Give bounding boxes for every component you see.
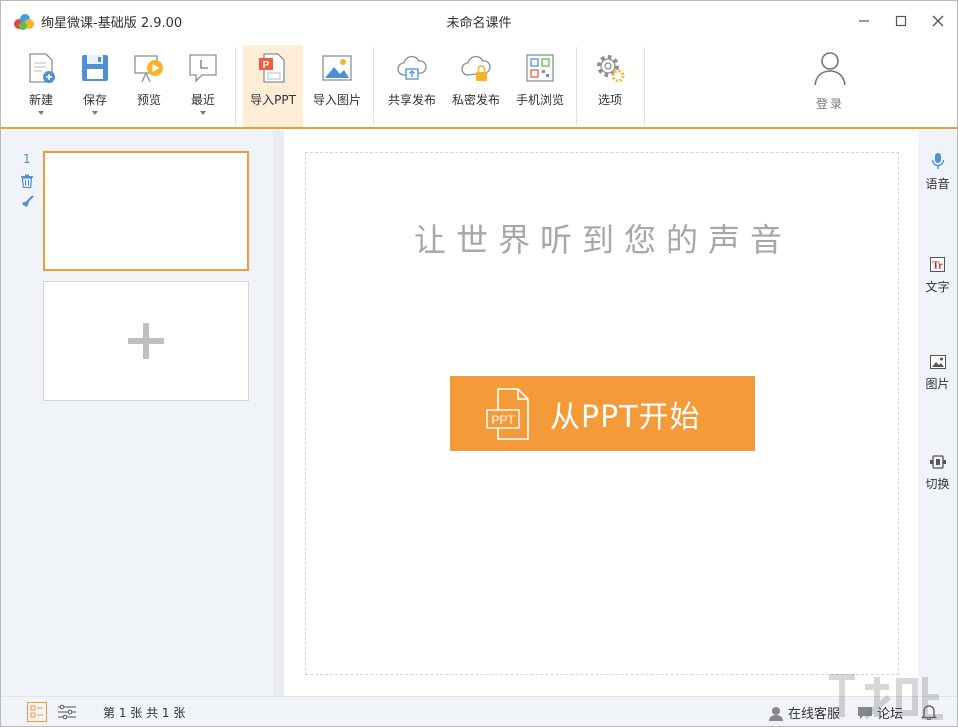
settings-sliders-icon xyxy=(58,704,76,720)
new-dropdown-caret-icon xyxy=(38,111,44,115)
options-button[interactable]: 选项 xyxy=(589,45,631,127)
toolbar-separator xyxy=(644,47,645,125)
slide-index: 1 xyxy=(23,152,31,166)
customer-service-icon xyxy=(769,706,783,721)
close-icon xyxy=(932,15,944,27)
online-service-label: 在线客服 xyxy=(788,707,841,722)
private-publish-label: 私密发布 xyxy=(451,93,500,107)
toolbar-separator xyxy=(576,47,577,125)
microphone-icon xyxy=(931,153,944,169)
import-ppt-icon: P xyxy=(259,53,285,83)
side-text-button[interactable]: Tr 文字 xyxy=(918,257,957,295)
import-image-button[interactable]: 导入图片 xyxy=(309,45,365,127)
preview-button[interactable]: 预览 xyxy=(129,45,169,127)
side-voice-button[interactable]: 语音 xyxy=(918,153,957,192)
login-label: 登录 xyxy=(815,97,844,111)
side-switch-label: 切换 xyxy=(925,477,950,491)
side-text-label: 文字 xyxy=(925,280,950,294)
user-avatar-icon xyxy=(814,52,846,86)
slide-canvas[interactable]: 让世界听到您的声音 PPT 从PPT开始 xyxy=(305,152,899,675)
list-view-icon xyxy=(30,705,43,718)
cloud-lock-icon xyxy=(461,55,491,81)
page-count-info: 第 1 张 共 1 张 xyxy=(103,706,186,720)
side-image-button[interactable]: 图片 xyxy=(918,355,957,392)
recent-label: 最近 xyxy=(190,93,215,107)
main-toolbar: 新建 保存 预览 最近 P 导入PPT 导入图片 共享发布 私密发布 手机浏览 … xyxy=(1,41,957,129)
import-image-icon xyxy=(322,55,352,81)
preview-play-icon xyxy=(134,55,163,83)
forum-label: 论坛 xyxy=(877,707,904,722)
maximize-button[interactable] xyxy=(886,7,916,35)
app-logo-icon xyxy=(14,14,34,30)
import-image-label: 导入图片 xyxy=(312,93,361,107)
trash-icon[interactable] xyxy=(20,174,34,188)
start-from-ppt-button[interactable]: PPT 从PPT开始 xyxy=(450,376,755,451)
ppt-icon-text: PPT xyxy=(491,413,515,427)
list-view-button[interactable] xyxy=(27,702,47,722)
maximize-icon xyxy=(895,15,907,27)
import-ppt-label: 导入PPT xyxy=(250,93,296,107)
toolbar-separator xyxy=(373,47,374,125)
save-dropdown-caret-icon xyxy=(92,111,98,115)
recent-clock-icon xyxy=(189,54,217,83)
slogan-text: 让世界听到您的声音 xyxy=(413,221,792,259)
svg-text:P: P xyxy=(263,60,270,71)
plus-icon xyxy=(128,323,164,359)
transition-icon xyxy=(929,455,946,469)
canvas-area: 让世界听到您的声音 PPT 从PPT开始 xyxy=(284,131,918,696)
svg-text:Tr: Tr xyxy=(932,261,943,272)
minimize-button[interactable] xyxy=(849,7,879,35)
minimize-icon xyxy=(859,20,869,22)
panel-splitter[interactable] xyxy=(273,131,284,696)
brush-icon[interactable] xyxy=(20,195,34,209)
import-ppt-button[interactable]: P 导入PPT xyxy=(243,45,303,127)
cloud-upload-icon xyxy=(397,55,427,80)
ppt-file-icon: PPT xyxy=(486,387,529,440)
preview-label: 预览 xyxy=(136,93,161,107)
slide-thumbnail[interactable] xyxy=(43,151,249,271)
side-toolbox: 语音 Tr 文字 图片 切换 xyxy=(918,131,957,696)
mobile-view-button[interactable]: 手机浏览 xyxy=(511,45,569,127)
close-button[interactable] xyxy=(923,7,953,35)
save-label: 保存 xyxy=(82,93,107,107)
save-button[interactable]: 保存 xyxy=(75,45,115,127)
chat-bubble-icon xyxy=(858,706,872,719)
slide-panel: 1 xyxy=(1,131,273,696)
add-slide-button[interactable] xyxy=(43,281,249,401)
share-publish-button[interactable]: 共享发布 xyxy=(383,45,441,127)
start-from-ppt-label: 从PPT开始 xyxy=(550,399,701,435)
options-label: 选项 xyxy=(597,93,622,107)
recent-dropdown-caret-icon xyxy=(200,111,206,115)
image-tool-icon xyxy=(929,355,946,369)
side-voice-label: 语音 xyxy=(925,177,950,191)
text-tool-icon: Tr xyxy=(930,257,945,272)
app-window: 绚星微课-基础版 2.9.00 未命名课件 新建 保存 预览 最近 P 导入PP… xyxy=(0,0,958,727)
title-bar: 绚星微课-基础版 2.9.00 未命名课件 xyxy=(1,1,957,41)
qr-code-icon xyxy=(526,54,554,82)
toolbar-separator xyxy=(235,47,236,125)
forum-link[interactable]: 论坛 xyxy=(857,703,903,722)
bell-icon[interactable] xyxy=(921,704,937,720)
side-switch-button[interactable]: 切换 xyxy=(918,455,957,492)
share-publish-label: 共享发布 xyxy=(387,93,436,107)
recent-button[interactable]: 最近 xyxy=(183,45,223,127)
gear-icon xyxy=(597,55,625,83)
login-button[interactable]: 登录 xyxy=(799,49,861,121)
new-label: 新建 xyxy=(28,93,53,107)
outline-view-button[interactable] xyxy=(57,702,77,722)
online-service-link[interactable]: 在线客服 xyxy=(768,703,840,722)
new-button[interactable]: 新建 xyxy=(21,45,61,127)
private-publish-button[interactable]: 私密发布 xyxy=(447,45,505,127)
save-floppy-icon xyxy=(82,55,108,81)
app-title: 绚星微课-基础版 2.9.00 xyxy=(41,16,183,31)
status-bar: 第 1 张 共 1 张 在线客服 论坛 xyxy=(1,696,957,726)
new-document-icon xyxy=(29,53,55,83)
mobile-view-label: 手机浏览 xyxy=(515,93,564,107)
side-image-label: 图片 xyxy=(925,377,950,391)
